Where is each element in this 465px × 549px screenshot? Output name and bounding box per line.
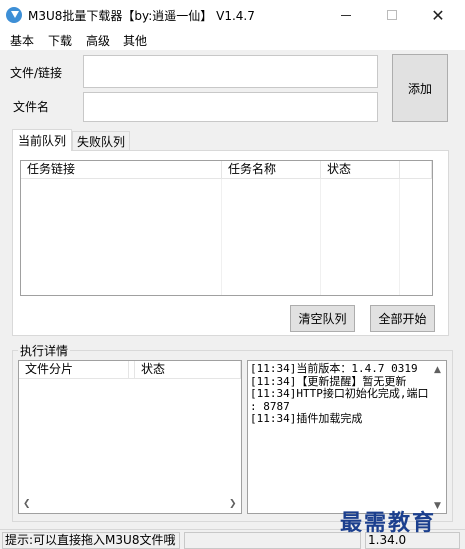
scroll-right-icon[interactable]: ❯ [229, 499, 237, 509]
menu-download[interactable]: 下载 [48, 32, 72, 49]
file-link-input[interactable] [83, 55, 378, 88]
parts-table[interactable]: 文件分片 状态 ❮ ❯ [18, 360, 242, 514]
column-task-link[interactable]: 任务链接 [21, 161, 222, 179]
log-line: [11:34]HTTP接口初始化完成,端口 [250, 387, 429, 400]
start-all-button[interactable]: 全部开始 [370, 305, 435, 332]
log-output[interactable]: [11:34]当前版本：1.4.7 0319 [11:34]【更新提醒】暂无更新… [247, 360, 447, 514]
column-divider [221, 179, 222, 295]
scroll-up-icon[interactable]: ▲ [434, 365, 441, 375]
log-lines: [11:34]当前版本：1.4.7 0319 [11:34]【更新提醒】暂无更新… [250, 362, 429, 426]
close-button[interactable]: ✕ [415, 0, 461, 30]
column-divider [320, 179, 321, 295]
title-bar: M3U8批量下载器【by:逍遥一仙】 V1.4.7 ✕ [0, 0, 465, 30]
status-hint: 提示:可以直接拖入M3U8文件哦 [2, 532, 180, 549]
column-status[interactable]: 状态 [321, 161, 400, 179]
maximize-icon [387, 10, 397, 20]
file-name-label: 文件名 [13, 100, 50, 114]
queue-table[interactable]: 任务链接 任务名称 状态 [20, 160, 433, 296]
details-title: 执行详情 [18, 342, 71, 359]
column-filler [400, 161, 432, 179]
window-title: M3U8批量下载器【by:逍遥一仙】 V1.4.7 [28, 9, 255, 23]
status-middle [184, 532, 361, 549]
scroll-left-icon[interactable]: ❮ [23, 499, 31, 509]
column-divider [399, 179, 400, 295]
log-line: [11:34]当前版本：1.4.7 0319 [250, 362, 418, 375]
menu-basic[interactable]: 基本 [10, 32, 34, 49]
clear-queue-button[interactable]: 清空队列 [290, 305, 355, 332]
tab-failed-queue[interactable]: 失败队列 [72, 131, 130, 151]
menu-other[interactable]: 其他 [123, 32, 147, 49]
watermark-text: 最需教育 [340, 510, 437, 536]
log-line: [11:34]插件加载完成 [250, 412, 363, 425]
file-link-label: 文件/链接 [10, 66, 63, 80]
menu-advanced[interactable]: 高级 [86, 32, 110, 49]
maximize-button[interactable] [369, 0, 415, 30]
add-button[interactable]: 添加 [392, 54, 448, 122]
tab-current-queue[interactable]: 当前队列 [12, 129, 72, 151]
file-name-input[interactable] [83, 92, 378, 122]
minimize-button[interactable] [323, 0, 369, 30]
app-download-icon [6, 7, 22, 23]
column-part-status[interactable]: 状态 [135, 361, 241, 379]
minimize-icon [341, 14, 351, 16]
menu-bar: 基本 下载 高级 其他 [0, 30, 465, 50]
column-task-name[interactable]: 任务名称 [222, 161, 321, 179]
column-file-part[interactable]: 文件分片 [19, 361, 129, 379]
